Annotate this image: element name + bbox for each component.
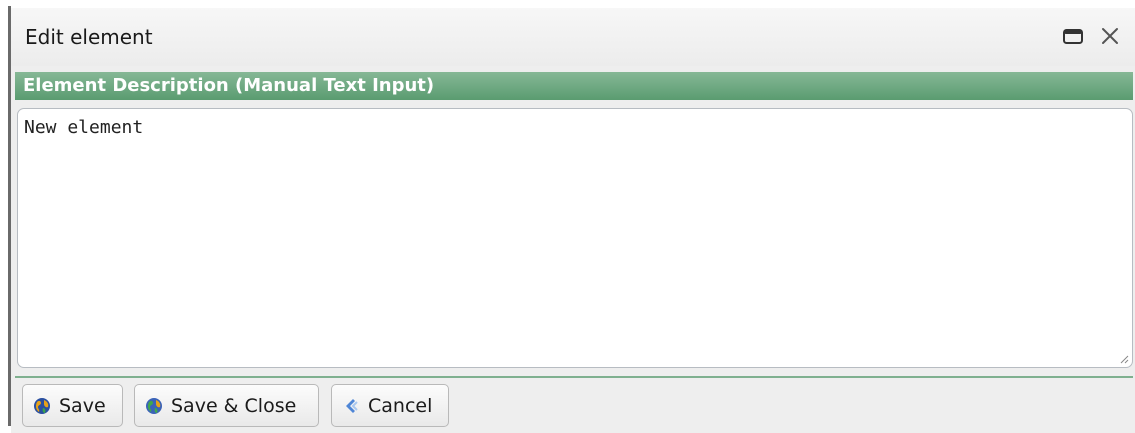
screen: Edit element Element Description (Manual… — [0, 0, 1135, 433]
cancel-arrow-icon — [342, 397, 360, 415]
save-close-globe-icon — [145, 397, 163, 415]
save-label: Save — [59, 394, 106, 417]
cancel-button[interactable]: Cancel — [331, 384, 449, 427]
dialog-titlebar[interactable]: Edit element — [11, 8, 1135, 66]
close-icon — [1102, 28, 1118, 44]
save-close-button[interactable]: Save & Close — [134, 384, 319, 427]
button-bar: Save Save & Close Cancel — [11, 378, 1135, 433]
resize-grip-icon[interactable] — [1119, 354, 1129, 364]
description-textarea[interactable]: New element — [18, 109, 1132, 367]
section-title: Element Description (Manual Text Input) — [23, 75, 435, 96]
maximize-button[interactable] — [1061, 24, 1085, 48]
save-globe-icon — [33, 397, 51, 415]
save-close-label: Save & Close — [171, 394, 297, 417]
section-header: Element Description (Manual Text Input) — [15, 72, 1133, 100]
save-button[interactable]: Save — [22, 384, 123, 427]
description-field: New element — [17, 108, 1133, 368]
close-button[interactable] — [1098, 24, 1122, 48]
cancel-label: Cancel — [368, 394, 433, 417]
edit-element-dialog: Edit element Element Description (Manual… — [11, 8, 1135, 433]
dialog-title: Edit element — [25, 25, 153, 49]
maximize-icon — [1063, 29, 1083, 44]
